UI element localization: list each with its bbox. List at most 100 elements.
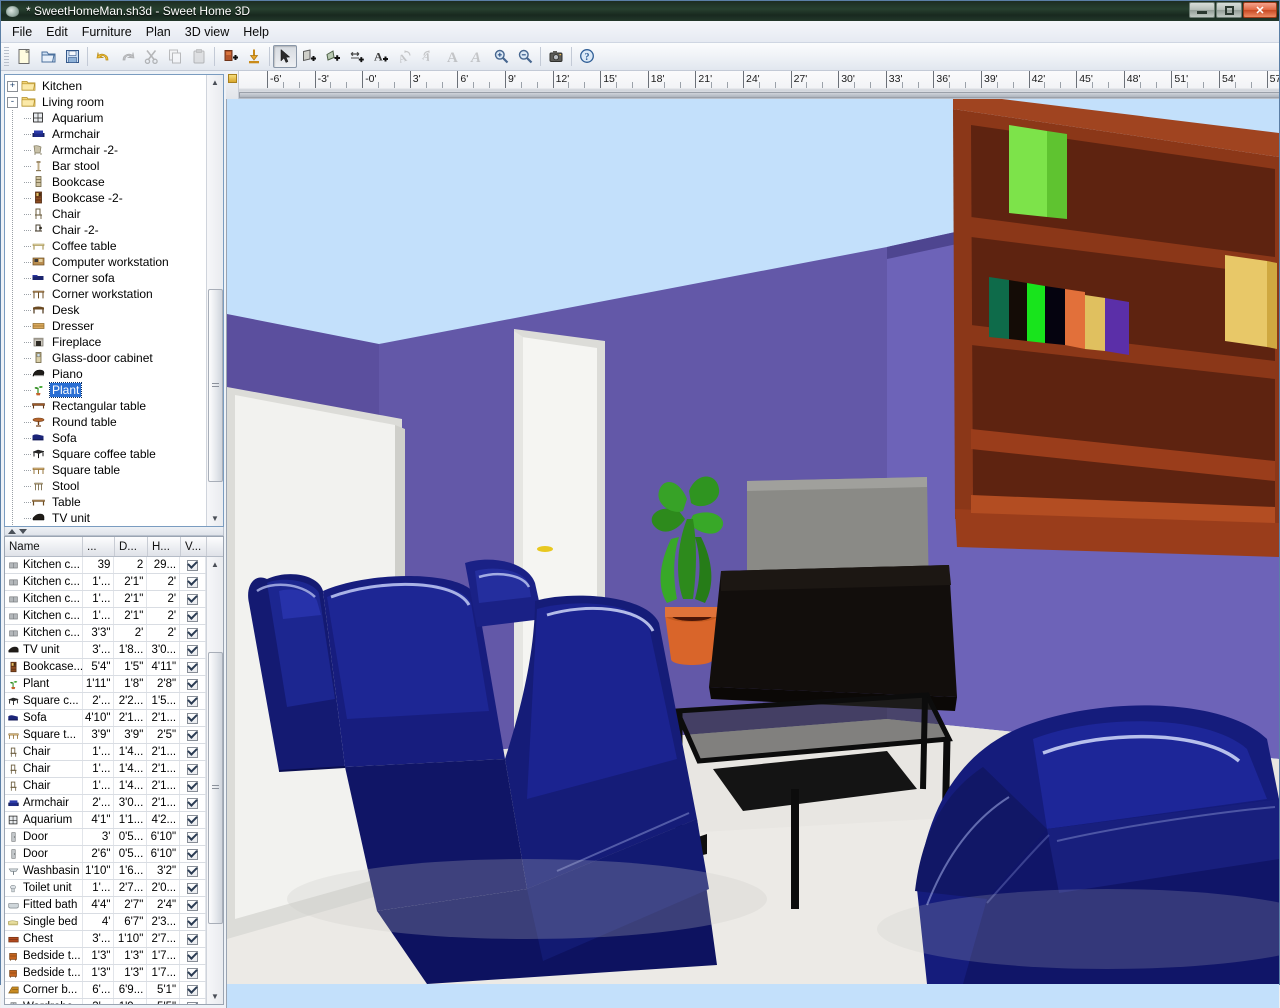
table-row[interactable]: Plant1'11"1'8"2'8" bbox=[5, 676, 206, 693]
tree-item-sofa[interactable]: Sofa bbox=[7, 430, 206, 446]
new-document-icon[interactable] bbox=[12, 45, 36, 68]
tree-item-chair-2[interactable]: Chair -2- bbox=[7, 222, 206, 238]
menu-help[interactable]: Help bbox=[236, 23, 276, 41]
col-visible[interactable]: V... bbox=[181, 537, 207, 556]
3d-view[interactable] bbox=[226, 99, 1279, 1008]
visible-checkbox[interactable] bbox=[187, 900, 198, 911]
cell-visible[interactable] bbox=[180, 693, 206, 709]
table-row[interactable]: Kitchen c...1'...2'1"2' bbox=[5, 591, 206, 608]
add-furniture-icon[interactable] bbox=[218, 45, 242, 68]
cell-visible[interactable] bbox=[180, 710, 206, 726]
visible-checkbox[interactable] bbox=[187, 798, 198, 809]
cell-visible[interactable] bbox=[180, 795, 206, 811]
cell-visible[interactable] bbox=[180, 948, 206, 964]
table-row[interactable]: Kitchen c...39229... bbox=[5, 557, 206, 574]
zoom-in-icon[interactable] bbox=[489, 45, 513, 68]
cell-visible[interactable] bbox=[180, 880, 206, 896]
menu-plan[interactable]: Plan bbox=[139, 23, 178, 41]
visible-checkbox[interactable] bbox=[187, 696, 198, 707]
tree-item-kitchen[interactable]: +Kitchen bbox=[7, 78, 206, 94]
visible-checkbox[interactable] bbox=[187, 560, 198, 571]
tree-item-corner-workstation[interactable]: Corner workstation bbox=[7, 286, 206, 302]
col-name[interactable]: Name bbox=[5, 537, 83, 556]
cell-visible[interactable] bbox=[180, 642, 206, 658]
table-row[interactable]: Washbasin1'10"1'6...3'2" bbox=[5, 863, 206, 880]
cell-visible[interactable] bbox=[180, 982, 206, 998]
tree-item-round-table[interactable]: Round table bbox=[7, 414, 206, 430]
tree-item-living-room[interactable]: -Living room bbox=[7, 94, 206, 110]
open-folder-icon[interactable] bbox=[36, 45, 60, 68]
tree-item-armchair[interactable]: Armchair bbox=[7, 126, 206, 142]
scroll-up-arrow[interactable]: ▲ bbox=[208, 75, 222, 90]
table-row[interactable]: Square t...3'9"3'9"2'5" bbox=[5, 727, 206, 744]
table-row[interactable]: Sofa4'10"2'1...2'1... bbox=[5, 710, 206, 727]
col-height[interactable]: H... bbox=[148, 537, 181, 556]
cell-visible[interactable] bbox=[180, 999, 206, 1004]
cell-visible[interactable] bbox=[180, 676, 206, 692]
visible-checkbox[interactable] bbox=[187, 730, 198, 741]
horizontal-ruler[interactable]: -6'-3'-0'3'6'9'12'15'18'21'24'27'30'33'3… bbox=[239, 71, 1279, 99]
col-width[interactable]: ... bbox=[83, 537, 115, 556]
visible-checkbox[interactable] bbox=[187, 951, 198, 962]
table-row[interactable]: Aquarium4'1"1'1...4'2... bbox=[5, 812, 206, 829]
furniture-table-scrollbar[interactable]: ▲ ▼ bbox=[206, 557, 223, 1004]
tree-item-square-table[interactable]: Square table bbox=[7, 462, 206, 478]
table-row[interactable]: Single bed4'6'7"2'3... bbox=[5, 914, 206, 931]
save-disk-icon[interactable] bbox=[60, 45, 84, 68]
cell-visible[interactable] bbox=[180, 914, 206, 930]
cell-visible[interactable] bbox=[180, 897, 206, 913]
tree-item-piano[interactable]: Piano bbox=[7, 366, 206, 382]
tree-viewport[interactable]: +Kitchen-Living roomAquariumArmchairArmc… bbox=[5, 75, 206, 526]
table-row[interactable]: Kitchen c...1'...2'1"2' bbox=[5, 608, 206, 625]
tree-item-corner-sofa[interactable]: Corner sofa bbox=[7, 270, 206, 286]
minimize-button[interactable] bbox=[1189, 2, 1215, 18]
catalog-tree-scrollbar[interactable]: ▲ ▼ bbox=[206, 75, 223, 526]
undo-arrow-icon[interactable] bbox=[91, 45, 115, 68]
plan-hscroll-thumb[interactable] bbox=[239, 92, 1279, 98]
zoom-out-icon[interactable] bbox=[513, 45, 537, 68]
help-icon[interactable]: ? bbox=[575, 45, 599, 68]
table-row[interactable]: TV unit3'...1'8...3'0... bbox=[5, 642, 206, 659]
visible-checkbox[interactable] bbox=[187, 883, 198, 894]
visible-checkbox[interactable] bbox=[187, 645, 198, 656]
tree-item-bar-stool[interactable]: Bar stool bbox=[7, 158, 206, 174]
tree-item-dresser[interactable]: Dresser bbox=[7, 318, 206, 334]
menu-3d-view[interactable]: 3D view bbox=[178, 23, 236, 41]
visible-checkbox[interactable] bbox=[187, 815, 198, 826]
scroll-thumb[interactable] bbox=[208, 289, 223, 482]
close-button[interactable]: ✕ bbox=[1243, 2, 1277, 18]
table-row[interactable]: Fitted bath4'4"2'7"2'4" bbox=[5, 897, 206, 914]
tree-item-computer-workstation[interactable]: Computer workstation bbox=[7, 254, 206, 270]
visible-checkbox[interactable] bbox=[187, 594, 198, 605]
table-row[interactable]: Door2'6"0'5...6'10" bbox=[5, 846, 206, 863]
scroll-up-arrow[interactable]: ▲ bbox=[208, 557, 222, 572]
table-row[interactable]: Armchair2'...3'0...2'1... bbox=[5, 795, 206, 812]
tree-item-bookcase[interactable]: Bookcase bbox=[7, 174, 206, 190]
visible-checkbox[interactable] bbox=[187, 747, 198, 758]
table-row[interactable]: Square c...2'...2'2...1'5... bbox=[5, 693, 206, 710]
table-row[interactable]: Chair1'...1'4...2'1... bbox=[5, 778, 206, 795]
restore-button[interactable] bbox=[1216, 2, 1242, 18]
tree-item-tv-unit[interactable]: TV unit bbox=[7, 510, 206, 526]
table-row[interactable]: Chest3'...1'10"2'7... bbox=[5, 931, 206, 948]
tree-item-rectangular-table[interactable]: Rectangular table bbox=[7, 398, 206, 414]
table-row[interactable]: Chair1'...1'4...2'1... bbox=[5, 761, 206, 778]
collapse-icon[interactable]: - bbox=[7, 97, 18, 108]
cell-visible[interactable] bbox=[180, 608, 206, 624]
3d-scene[interactable] bbox=[227, 99, 1279, 984]
visible-checkbox[interactable] bbox=[187, 713, 198, 724]
tree-item-bookcase-2[interactable]: Bookcase -2- bbox=[7, 190, 206, 206]
cell-visible[interactable] bbox=[180, 625, 206, 641]
visible-checkbox[interactable] bbox=[187, 628, 198, 639]
visible-checkbox[interactable] bbox=[187, 764, 198, 775]
cell-visible[interactable] bbox=[180, 863, 206, 879]
col-depth[interactable]: D... bbox=[115, 537, 148, 556]
tree-item-glass-door-cabinet[interactable]: Glass-door cabinet bbox=[7, 350, 206, 366]
create-dimensions-icon[interactable] bbox=[345, 45, 369, 68]
visible-checkbox[interactable] bbox=[187, 662, 198, 673]
menu-file[interactable]: File bbox=[5, 23, 39, 41]
cell-visible[interactable] bbox=[180, 574, 206, 590]
furniture-catalog-tree[interactable]: +Kitchen-Living roomAquariumArmchairArmc… bbox=[4, 74, 224, 527]
visible-checkbox[interactable] bbox=[187, 679, 198, 690]
cell-visible[interactable] bbox=[180, 659, 206, 675]
